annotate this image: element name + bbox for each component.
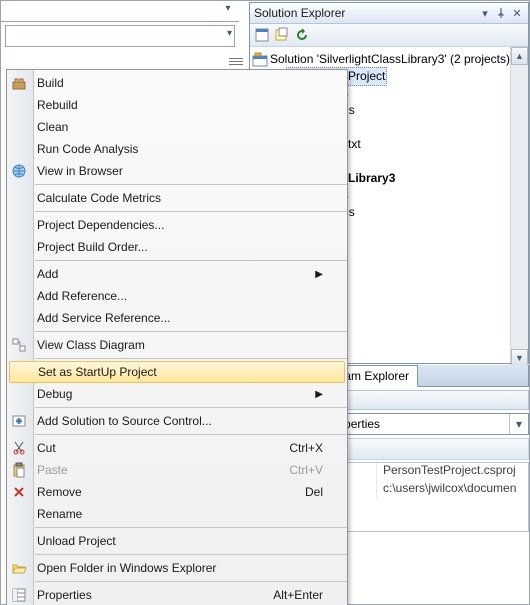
panel-title: Solution Explorer [254, 6, 476, 20]
menu-item-label: Properties [37, 588, 92, 602]
folder-open-icon [11, 560, 27, 576]
menu-item: Paste Ctrl+V [7, 459, 347, 481]
chevron-down-icon: ▾ [227, 28, 232, 39]
menu-item-label: Cut [37, 441, 56, 455]
menu-item-label: Unload Project [37, 534, 116, 548]
menu-item[interactable]: Properties Alt+Enter [7, 584, 347, 605]
menu-item-label: View in Browser [37, 164, 123, 178]
solution-explorer-toolbar [250, 24, 528, 47]
menu-item-label: Paste [37, 463, 68, 477]
browser-icon [11, 163, 27, 179]
property-value: c:\users\jwilcox\documen [377, 481, 528, 499]
menu-item-label: View Class Diagram [37, 338, 145, 352]
menu-item[interactable]: Rename [7, 503, 347, 525]
chevron-down-icon[interactable]: ▾ [509, 414, 528, 434]
menu-item[interactable]: Add ▶ [7, 263, 347, 285]
menu-separator [35, 184, 347, 185]
property-value: PersonTestProject.csproj [377, 463, 528, 481]
menu-item[interactable]: Add Service Reference... [7, 307, 347, 329]
chevron-down-icon[interactable]: ▾ [478, 6, 492, 20]
menu-item-label: Rebuild [37, 98, 78, 112]
diagram-icon [11, 337, 27, 353]
menu-item-label: Debug [37, 387, 72, 401]
menu-separator [35, 407, 347, 408]
splitter-grip[interactable] [229, 57, 243, 67]
properties-icon[interactable] [254, 27, 270, 43]
scroll-up-icon[interactable]: ▲ [511, 47, 528, 65]
scrollbar-vertical[interactable]: ▲ ▼ [510, 47, 528, 363]
panel-titlebar[interactable]: Solution Explorer ▾ ✕ [250, 3, 528, 24]
menu-separator [35, 581, 347, 582]
scc-icon [11, 413, 27, 429]
menu-item[interactable]: Cut Ctrl+X [7, 437, 347, 459]
build-icon [11, 75, 27, 91]
submenu-arrow-icon: ▶ [315, 269, 323, 280]
cut-icon [11, 440, 27, 456]
properties-icon [11, 587, 27, 603]
menu-item[interactable]: Remove Del [7, 481, 347, 503]
menu-item[interactable]: Debug ▶ [7, 383, 347, 405]
menu-separator [35, 527, 347, 528]
pin-icon[interactable] [494, 6, 508, 20]
menu-item[interactable]: Project Build Order... [7, 236, 347, 258]
menu-item-label: Clean [37, 120, 68, 134]
context-menu: Build Rebuild Clean Run Code Analysis View i… [6, 69, 348, 605]
menu-item-label: Project Build Order... [37, 240, 148, 254]
menu-item[interactable]: Add Reference... [7, 285, 347, 307]
menu-item-label: Calculate Code Metrics [37, 191, 161, 205]
menu-item-label: Run Code Analysis [37, 142, 138, 156]
menu-separator [35, 211, 347, 212]
menu-item-label: Rename [37, 507, 82, 521]
editor-tabstrip: ▾ [1, 3, 239, 22]
menu-item[interactable]: Clean [7, 116, 347, 138]
menu-item-label: Open Folder in Windows Explorer [37, 561, 216, 575]
menu-item-shortcut: Alt+Enter [273, 588, 323, 602]
tree-node[interactable]: Solution 'SilverlightClassLibrary3' (2 p… [252, 51, 526, 68]
menu-item-shortcut: Ctrl+X [289, 441, 323, 455]
menu-separator [35, 260, 347, 261]
menu-separator [35, 554, 347, 555]
menu-item[interactable]: View Class Diagram [7, 334, 347, 356]
menu-item-label: Add Reference... [37, 289, 127, 303]
menu-item[interactable]: Run Code Analysis [7, 138, 347, 160]
paste-icon [11, 462, 27, 478]
menu-item[interactable]: Project Dependencies... [7, 214, 347, 236]
menu-item-shortcut: Ctrl+V [289, 463, 323, 477]
menu-item[interactable]: Add Solution to Source Control... [7, 410, 347, 432]
menu-item[interactable]: Build [7, 72, 347, 94]
submenu-arrow-icon: ▶ [315, 389, 323, 400]
menu-item-label: Set as StartUp Project [38, 365, 157, 379]
menu-item[interactable]: View in Browser [7, 160, 347, 182]
refresh-icon[interactable] [294, 27, 310, 43]
tree-node-label: Solution 'SilverlightClassLibrary3' (2 p… [270, 51, 510, 68]
menu-item[interactable]: Unload Project [7, 530, 347, 552]
dropdown-icon[interactable]: ▾ [221, 3, 235, 17]
menu-item-label: Build [37, 76, 64, 90]
menu-item[interactable]: Open Folder in Windows Explorer [7, 557, 347, 579]
scroll-track[interactable] [511, 65, 528, 349]
menu-item-shortcut: Del [305, 485, 323, 499]
menu-item[interactable]: Calculate Code Metrics [7, 187, 347, 209]
menu-item-label: Remove [37, 485, 82, 499]
delete-icon [11, 484, 27, 500]
menu-separator [35, 434, 347, 435]
menu-item-label: Add Solution to Source Control... [37, 414, 212, 428]
menu-item[interactable]: Set as StartUp Project [9, 361, 345, 383]
solution-icon [252, 52, 268, 68]
close-icon[interactable]: ✕ [510, 6, 524, 20]
menu-item-label: Add [37, 267, 58, 281]
menu-item[interactable]: Rebuild [7, 94, 347, 116]
menu-separator [35, 358, 347, 359]
menu-separator [35, 331, 347, 332]
navigation-combo[interactable]: ▾ [5, 25, 235, 47]
menu-item-label: Add Service Reference... [37, 311, 170, 325]
show-all-icon[interactable] [274, 27, 290, 43]
menu-item-label: Project Dependencies... [37, 218, 164, 232]
